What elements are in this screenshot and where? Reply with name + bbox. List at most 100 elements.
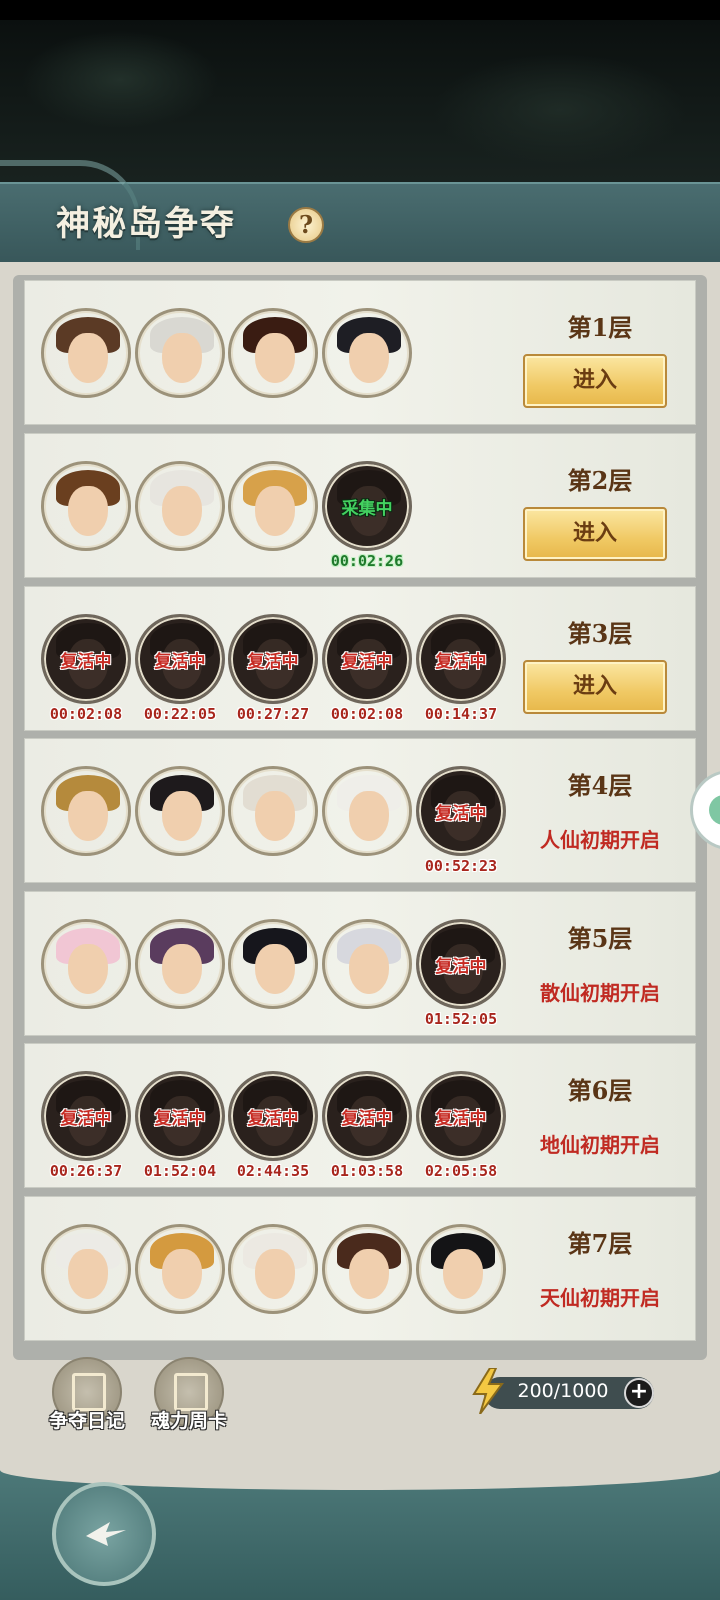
avatar-face xyxy=(68,791,108,841)
avatar-face xyxy=(162,944,202,994)
reviving-label: 复活中 xyxy=(341,652,393,672)
enter-button[interactable]: 进入 xyxy=(523,354,667,408)
hero-avatar[interactable]: 复活中 xyxy=(135,1071,225,1161)
hero-avatar[interactable] xyxy=(41,461,131,551)
avatar-face xyxy=(255,1249,295,1299)
hero-avatar[interactable]: 复活中 xyxy=(228,614,318,704)
avatar-face xyxy=(162,791,202,841)
avatar-face xyxy=(255,333,295,383)
unlock-requirement: 地仙初期开启 xyxy=(540,1133,660,1157)
hero-avatar[interactable] xyxy=(416,1224,506,1314)
countdown-timer: 00:22:05 xyxy=(143,705,217,723)
hero-avatar[interactable]: 复活中 xyxy=(416,766,506,856)
avatar-face xyxy=(255,791,295,841)
hero-avatar[interactable] xyxy=(322,1224,412,1314)
status-bar xyxy=(0,0,720,20)
avatar-face xyxy=(68,486,108,536)
countdown-timer: 00:02:08 xyxy=(330,705,404,723)
hero-avatar[interactable] xyxy=(228,461,318,551)
unlock-requirement: 散仙初期开启 xyxy=(540,981,660,1005)
hero-avatar[interactable] xyxy=(135,919,225,1009)
hero-avatar[interactable]: 复活中 xyxy=(322,614,412,704)
countdown-timer: 00:02:26 xyxy=(330,552,404,570)
avatar-face xyxy=(349,944,389,994)
page-title: 神秘岛争夺 xyxy=(56,204,236,244)
enter-button[interactable]: 进入 xyxy=(523,507,667,561)
reviving-label: 复活中 xyxy=(435,804,487,824)
reviving-label: 复活中 xyxy=(154,1109,206,1129)
reviving-label: 复活中 xyxy=(60,652,112,672)
avatar-face xyxy=(349,791,389,841)
floor-label: 第6层 xyxy=(567,1076,633,1105)
floor-label: 第7层 xyxy=(567,1229,633,1258)
weekly-card-label: 魂力周卡 xyxy=(150,1410,227,1432)
floor-label: 第5层 xyxy=(567,924,633,953)
hero-avatar[interactable]: 复活中 xyxy=(416,919,506,1009)
avatar-face xyxy=(443,1249,483,1299)
hero-avatar[interactable] xyxy=(41,919,131,1009)
floor-label: 第1层 xyxy=(567,313,633,342)
countdown-timer: 01:52:05 xyxy=(424,1010,498,1028)
avatar-face xyxy=(349,1249,389,1299)
enter-button[interactable]: 进入 xyxy=(523,660,667,714)
countdown-timer: 01:52:04 xyxy=(143,1162,217,1180)
lightning-icon xyxy=(472,1368,504,1414)
hero-avatar[interactable] xyxy=(322,766,412,856)
reviving-label: 复活中 xyxy=(341,1109,393,1129)
hero-avatar[interactable] xyxy=(135,766,225,856)
hero-avatar[interactable] xyxy=(135,308,225,398)
avatar-face xyxy=(255,486,295,536)
floor-row: 复活中 01:52:05 第5层散仙初期开启 xyxy=(24,891,696,1036)
hero-avatar[interactable]: 复活中 xyxy=(41,1071,131,1161)
avatar-face xyxy=(349,333,389,383)
hero-avatar[interactable]: 采集中 xyxy=(322,461,412,551)
countdown-timer: 00:27:27 xyxy=(236,705,310,723)
reviving-label: 复活中 xyxy=(154,652,206,672)
hero-avatar[interactable] xyxy=(41,766,131,856)
hero-avatar[interactable]: 复活中 xyxy=(416,1071,506,1161)
floor-label: 第4层 xyxy=(567,771,633,800)
floor-row: 复活中 00:02:08 复活中 00:22:05 复活中 00:27:27 复活中 00:0… xyxy=(24,586,696,731)
floor-row: 复活中 00:52:23 第4层 人仙初期开启 xyxy=(24,738,696,883)
hero-avatar[interactable] xyxy=(135,1224,225,1314)
avatar-face xyxy=(68,333,108,383)
hero-avatar[interactable] xyxy=(322,919,412,1009)
hero-avatar[interactable] xyxy=(228,1224,318,1314)
chat-icon xyxy=(709,795,720,825)
avatar-face xyxy=(68,1249,108,1299)
energy-value: 200/1000 xyxy=(517,1380,609,1402)
hero-avatar[interactable]: 复活中 xyxy=(228,1071,318,1161)
countdown-timer: 01:03:58 xyxy=(330,1162,404,1180)
reviving-label: 复活中 xyxy=(247,1109,299,1129)
countdown-timer: 00:14:37 xyxy=(424,705,498,723)
back-button[interactable] xyxy=(52,1482,156,1586)
avatar-face xyxy=(255,944,295,994)
add-energy-button[interactable]: + xyxy=(624,1378,654,1408)
hero-avatar[interactable] xyxy=(228,308,318,398)
avatar-face xyxy=(162,1249,202,1299)
hero-avatar[interactable]: 复活中 xyxy=(322,1071,412,1161)
hero-avatar[interactable] xyxy=(228,766,318,856)
hero-avatar[interactable]: 复活中 xyxy=(416,614,506,704)
hero-avatar[interactable]: 复活中 xyxy=(135,614,225,704)
unlock-requirement: 天仙初期开启 xyxy=(540,1286,660,1310)
hero-avatar[interactable] xyxy=(41,308,131,398)
floor-row: 第7层天仙初期开启 xyxy=(24,1196,696,1341)
hero-avatar[interactable]: 复活中 xyxy=(41,614,131,704)
diary-label: 争夺日记 xyxy=(48,1410,125,1432)
avatar-face xyxy=(68,944,108,994)
reviving-label: 复活中 xyxy=(435,957,487,977)
hero-avatar[interactable] xyxy=(135,461,225,551)
hero-avatar[interactable] xyxy=(41,1224,131,1314)
hero-avatar[interactable] xyxy=(228,919,318,1009)
countdown-timer: 02:44:35 xyxy=(236,1162,310,1180)
reviving-label: 复活中 xyxy=(435,1109,487,1129)
gathering-label: 采集中 xyxy=(341,499,393,519)
reviving-label: 复活中 xyxy=(247,652,299,672)
help-icon[interactable]: ? xyxy=(288,207,324,243)
reviving-label: 复活中 xyxy=(435,652,487,672)
floor-label: 第2层 xyxy=(567,466,633,495)
floor-row: 复活中 00:26:37 复活中 01:52:04 复活中 02:44:35 复活中 01:0… xyxy=(24,1043,696,1188)
floor-label: 第3层 xyxy=(567,619,633,648)
hero-avatar[interactable] xyxy=(322,308,412,398)
